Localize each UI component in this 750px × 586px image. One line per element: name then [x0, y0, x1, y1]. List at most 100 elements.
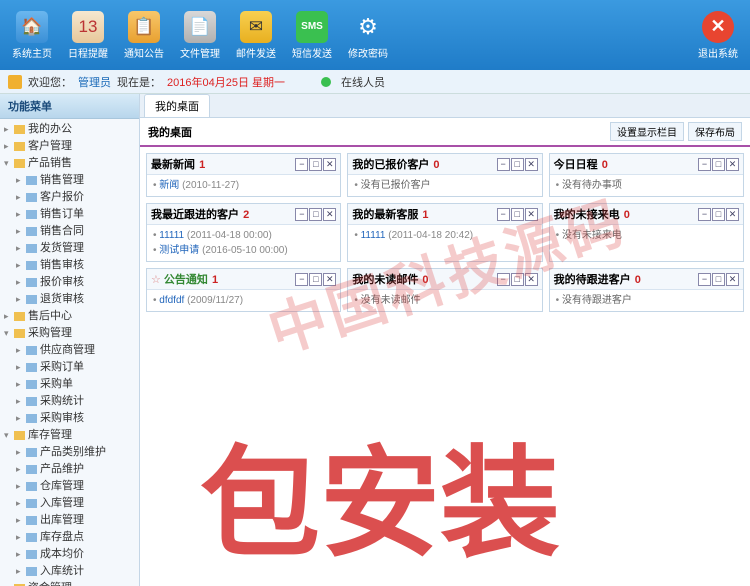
current-user[interactable]: 管理员 — [78, 74, 111, 90]
card-min-icon[interactable]: − — [698, 208, 711, 221]
tool-exit[interactable]: ✕ 退出系统 — [696, 11, 740, 60]
tab-desktop[interactable]: 我的桌面 — [144, 94, 210, 117]
tree-item[interactable]: 售后中心 — [0, 308, 139, 325]
close-icon: ✕ — [702, 11, 734, 43]
tree-item[interactable]: 我的办公 — [0, 121, 139, 138]
content-area: 我的桌面 我的桌面 设置显示栏目 保存布局 最新新闻 1−□✕新闻 (2010-… — [140, 94, 750, 586]
action-set-columns[interactable]: 设置显示栏目 — [610, 122, 684, 141]
dashboard-card: 公告通知 1−□✕dfdfdf (2009/11/27) — [146, 268, 341, 312]
card-close-icon[interactable]: ✕ — [726, 208, 739, 221]
tree-item[interactable]: 产品类别维护 — [0, 444, 139, 461]
tree-item[interactable]: 客户报价 — [0, 189, 139, 206]
tree-item[interactable]: 采购单 — [0, 376, 139, 393]
card-close-icon[interactable]: ✕ — [525, 158, 538, 171]
card-min-icon[interactable]: − — [295, 158, 308, 171]
tool-files[interactable]: 📄 文件管理 — [178, 11, 222, 60]
action-save-layout[interactable]: 保存布局 — [688, 122, 742, 141]
card-item[interactable]: dfdfdf (2009/11/27) — [153, 293, 334, 308]
card-min-icon[interactable]: − — [698, 158, 711, 171]
card-close-icon[interactable]: ✕ — [525, 273, 538, 286]
tree-item[interactable]: 销售审核 — [0, 257, 139, 274]
sidebar-title: 功能菜单 — [0, 94, 139, 119]
tree-item[interactable]: 采购审核 — [0, 410, 139, 427]
tree-item[interactable]: 库存盘点 — [0, 529, 139, 546]
home-icon: 🏠 — [16, 11, 48, 43]
tool-calendar[interactable]: 13 日程提醒 — [66, 11, 110, 60]
card-close-icon[interactable]: ✕ — [726, 158, 739, 171]
card-close-icon[interactable]: ✕ — [525, 208, 538, 221]
now-label: 现在是： — [117, 74, 161, 90]
card-item[interactable]: 新闻 (2010-11-27) — [153, 178, 334, 193]
card-min-icon[interactable]: − — [497, 158, 510, 171]
card-max-icon[interactable]: □ — [309, 273, 322, 286]
now-value: 2016年04月25日 星期一 — [167, 74, 285, 90]
card-close-icon[interactable]: ✕ — [726, 273, 739, 286]
card-item[interactable]: 测试申请 (2016-05-10 00:00) — [153, 243, 334, 258]
card-title: 我的未读邮件 0 — [352, 271, 496, 287]
card-min-icon[interactable]: − — [295, 273, 308, 286]
tree-item[interactable]: 采购统计 — [0, 393, 139, 410]
card-max-icon[interactable]: □ — [712, 273, 725, 286]
card-min-icon[interactable]: − — [698, 273, 711, 286]
card-max-icon[interactable]: □ — [511, 208, 524, 221]
tree-item[interactable]: 产品维护 — [0, 461, 139, 478]
card-title: 我最近跟进的客户 2 — [151, 206, 295, 222]
online-link[interactable]: 在线人员 — [341, 74, 385, 90]
dashboard-card: 我的最新客服 1−□✕11111 (2011-04-18 20:42) — [347, 203, 542, 262]
tool-label: 退出系统 — [698, 45, 738, 60]
card-max-icon[interactable]: □ — [511, 158, 524, 171]
tree-item[interactable]: 仓库管理 — [0, 478, 139, 495]
tool-mail[interactable]: ✉ 邮件发送 — [234, 11, 278, 60]
tool-sms[interactable]: SMS 短信发送 — [290, 11, 334, 60]
tree-item[interactable]: 库存管理 — [0, 427, 139, 444]
tree-item[interactable]: 入库管理 — [0, 495, 139, 512]
card-max-icon[interactable]: □ — [511, 273, 524, 286]
card-empty: 没有未接来电 — [556, 228, 737, 243]
panel-header: 我的桌面 设置显示栏目 保存布局 — [140, 118, 750, 147]
tool-home[interactable]: 🏠 系统主页 — [10, 11, 54, 60]
card-min-icon[interactable]: − — [295, 208, 308, 221]
tree-item[interactable]: 入库统计 — [0, 563, 139, 580]
card-body: 11111 (2011-04-18 20:42) — [348, 225, 541, 246]
card-close-icon[interactable]: ✕ — [323, 158, 336, 171]
tree-item[interactable]: 采购管理 — [0, 325, 139, 342]
dashboard-card: 我的未读邮件 0−□✕ 没有未读邮件 — [347, 268, 542, 312]
card-item[interactable]: 11111 (2011-04-18 20:42) — [354, 228, 535, 243]
tree-item[interactable]: 销售管理 — [0, 172, 139, 189]
tool-notice[interactable]: 📋 通知公告 — [122, 11, 166, 60]
dashboard-board: 最新新闻 1−□✕新闻 (2010-11-27)我的已报价客户 0−□✕没有已报… — [140, 147, 750, 586]
tree-item[interactable]: 出库管理 — [0, 512, 139, 529]
card-max-icon[interactable]: □ — [309, 208, 322, 221]
tree-item[interactable]: 退货审核 — [0, 291, 139, 308]
dashboard-card: 我的已报价客户 0−□✕没有已报价客户 — [347, 153, 542, 197]
tree-item[interactable]: 资金管理 — [0, 580, 139, 586]
card-title: 最新新闻 1 — [151, 156, 295, 172]
tree-item[interactable]: 销售合同 — [0, 223, 139, 240]
card-title: 我的待跟进客户 0 — [554, 271, 698, 287]
tool-label: 系统主页 — [12, 45, 52, 60]
tree-item[interactable]: 成本均价 — [0, 546, 139, 563]
tree-item[interactable]: 客户管理 — [0, 138, 139, 155]
card-item[interactable]: 11111 (2011-04-18 00:00) — [153, 228, 334, 243]
card-max-icon[interactable]: □ — [712, 208, 725, 221]
card-body: 没有未读邮件 — [348, 290, 541, 311]
sidebar: 功能菜单 我的办公客户管理产品销售销售管理客户报价销售订单销售合同发货管理销售审… — [0, 94, 140, 586]
tree-item[interactable]: 供应商管理 — [0, 342, 139, 359]
card-empty: 没有待跟进客户 — [556, 293, 737, 308]
card-max-icon[interactable]: □ — [712, 158, 725, 171]
nav-tree: 我的办公客户管理产品销售销售管理客户报价销售订单销售合同发货管理销售审核报价审核… — [0, 119, 139, 586]
card-min-icon[interactable]: − — [497, 208, 510, 221]
tree-item[interactable]: 产品销售 — [0, 155, 139, 172]
tool-password[interactable]: ⚙ 修改密码 — [346, 11, 390, 60]
card-min-icon[interactable]: − — [497, 273, 510, 286]
card-close-icon[interactable]: ✕ — [323, 208, 336, 221]
tool-label: 文件管理 — [180, 45, 220, 60]
tree-item[interactable]: 报价审核 — [0, 274, 139, 291]
card-max-icon[interactable]: □ — [309, 158, 322, 171]
card-close-icon[interactable]: ✕ — [323, 273, 336, 286]
tool-label: 通知公告 — [124, 45, 164, 60]
tree-item[interactable]: 销售订单 — [0, 206, 139, 223]
card-body: 没有未接来电 — [550, 225, 743, 246]
tree-item[interactable]: 发货管理 — [0, 240, 139, 257]
tree-item[interactable]: 采购订单 — [0, 359, 139, 376]
